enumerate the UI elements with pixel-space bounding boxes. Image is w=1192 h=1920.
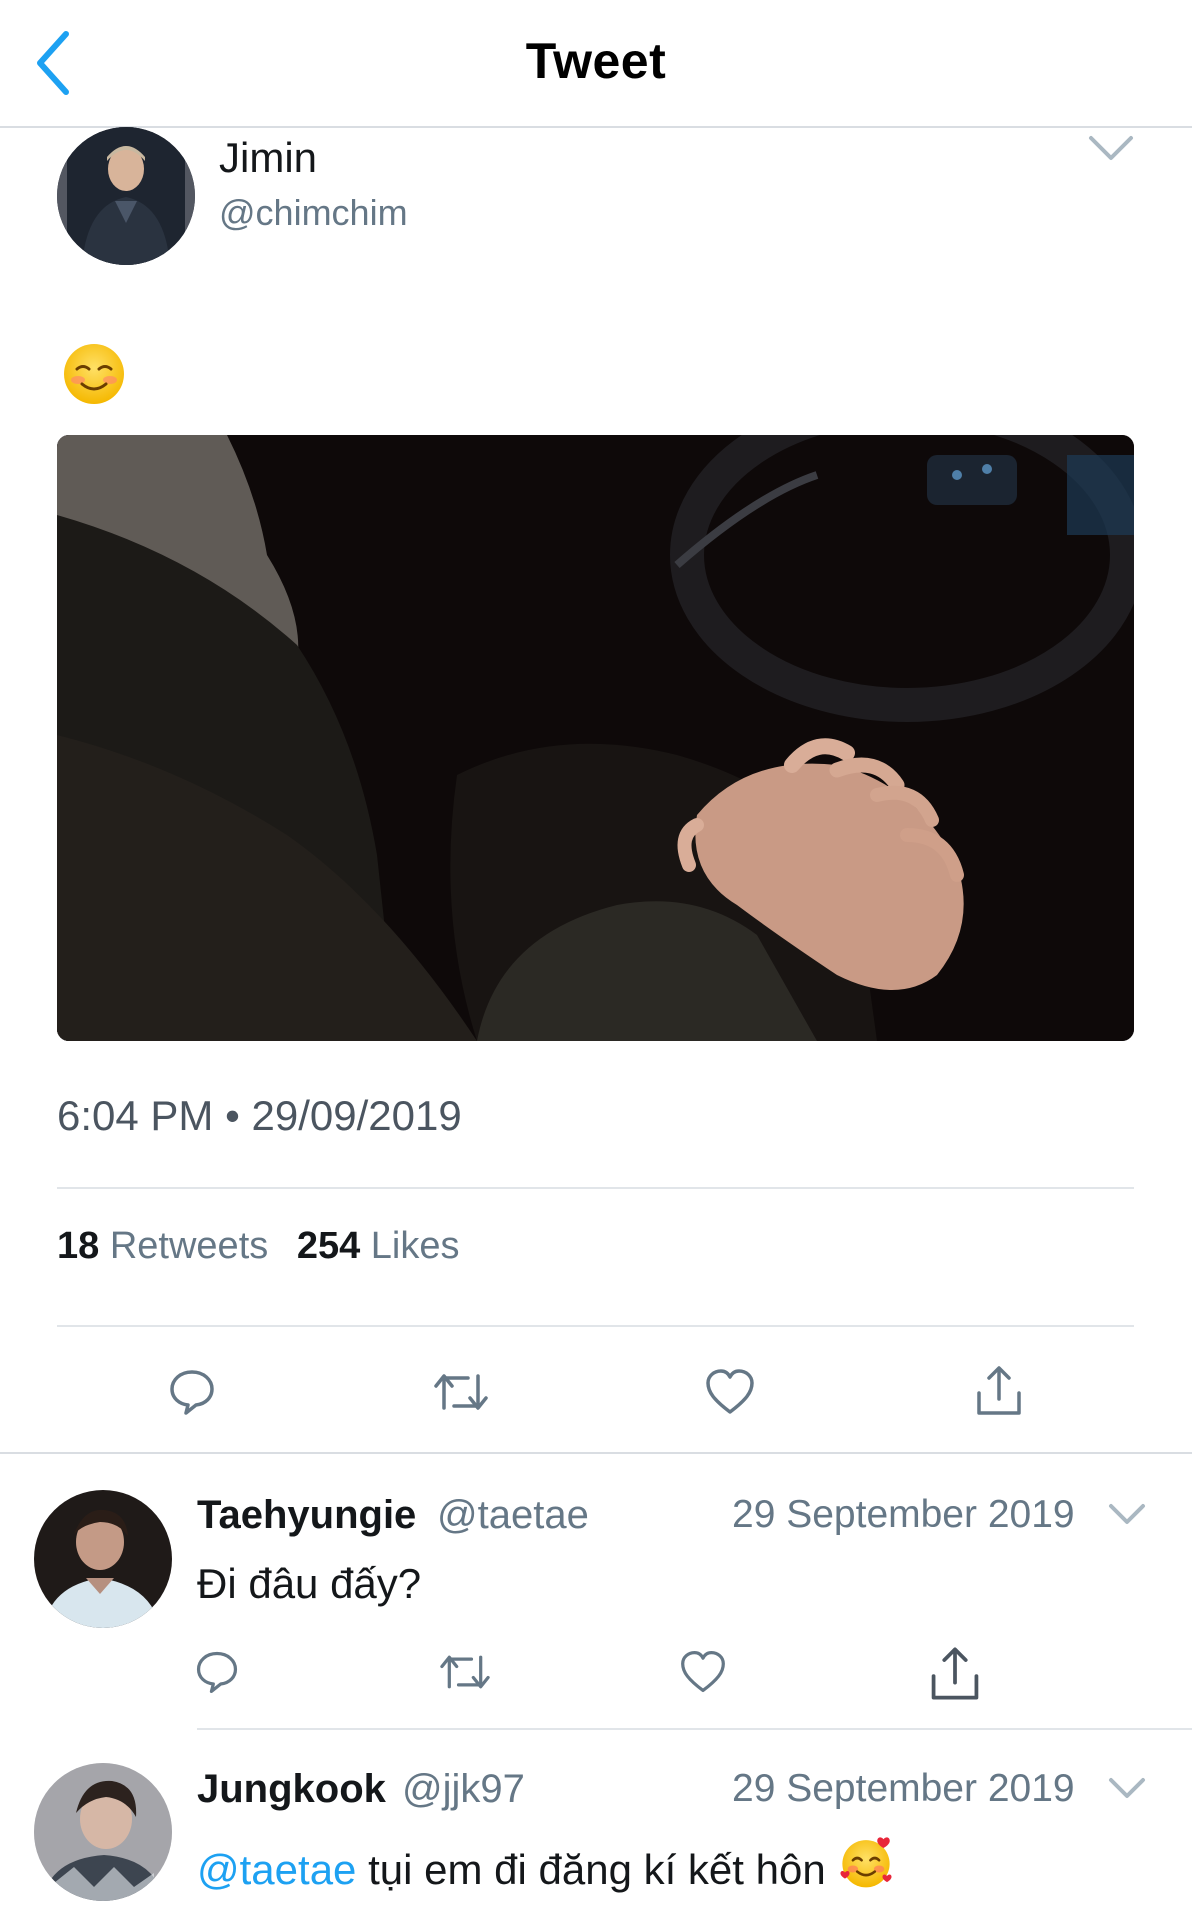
reply-text: Đi đâu đấy? [197, 1560, 422, 1607]
section-divider [0, 1452, 1192, 1454]
smiling-face-with-blush-emoji [64, 344, 124, 404]
retweets-count: 18 [57, 1225, 100, 1267]
tweet-date: 29/09/2019 [251, 1092, 462, 1139]
retweets-label: Retweets [109, 1225, 269, 1267]
mention-link[interactable]: @taetae [197, 1846, 356, 1893]
like-button[interactable] [704, 1366, 756, 1418]
likes-count: 254 [296, 1225, 361, 1267]
reply-date: 29 September 2019 [732, 1493, 1075, 1536]
tweet-timestamp: 6:04 PM • 29/09/2019 [57, 1092, 462, 1140]
chevron-down-icon [1109, 1778, 1145, 1798]
divider [197, 1728, 1192, 1730]
reply-reply-button[interactable] [193, 1648, 241, 1696]
smiling-face-with-hearts-emoji [840, 1837, 892, 1888]
tweet-photo[interactable] [57, 435, 1134, 1041]
divider [57, 1187, 1134, 1189]
reply-author-name[interactable]: Taehyungie [197, 1493, 416, 1538]
reply-author-handle[interactable]: @jjk97 [402, 1767, 525, 1812]
retweets-stat[interactable]: 18 Retweets [57, 1225, 279, 1267]
author-avatar[interactable] [57, 127, 195, 265]
reply-text-body: tụi em đi đăng kí kết hôn [356, 1846, 826, 1893]
chevron-down-icon [1089, 136, 1133, 160]
reply-avatar[interactable] [34, 1490, 172, 1628]
likes-label: Likes [370, 1225, 460, 1267]
reply-author-handle[interactable]: @taetae [437, 1493, 589, 1538]
reply-text: @taetae tụi em đi đăng kí kết hôn [197, 1834, 894, 1894]
tweet-stats: 18 Retweets 254 Likes [57, 1225, 478, 1268]
share-button[interactable] [973, 1363, 1025, 1419]
reply-icon [196, 1651, 238, 1693]
more-options-button[interactable] [1088, 134, 1134, 164]
reply-author-name[interactable]: Jungkook [197, 1767, 386, 1812]
author-name[interactable]: Jimin [219, 134, 317, 182]
author-handle[interactable]: @chimchim [219, 192, 408, 234]
tweet-time: 6:04 PM [57, 1092, 214, 1139]
reply-date: 29 September 2019 [732, 1767, 1075, 1810]
heart-icon [681, 1651, 725, 1693]
reply-more-options-button[interactable] [1108, 1776, 1146, 1802]
reply-more-options-button[interactable] [1108, 1502, 1146, 1528]
chevron-down-icon [1109, 1504, 1145, 1524]
page-title: Tweet [525, 33, 667, 89]
reply-icon [170, 1370, 214, 1415]
share-icon [931, 1647, 979, 1700]
retweet-icon [434, 1374, 488, 1410]
timestamp-separator: • [225, 1092, 240, 1139]
share-icon [977, 1366, 1021, 1415]
heart-icon [706, 1369, 754, 1414]
likes-stat[interactable]: 254 Likes [297, 1225, 460, 1267]
reply-button[interactable] [166, 1366, 218, 1418]
retweet-icon [440, 1655, 490, 1689]
reply-retweet-button[interactable] [438, 1648, 492, 1696]
reply-avatar[interactable] [34, 1763, 172, 1901]
top-bar: Tweet [0, 0, 1192, 128]
divider [57, 1325, 1134, 1327]
reply-share-button[interactable] [926, 1644, 984, 1704]
reply-like-button[interactable] [679, 1648, 727, 1696]
retweet-button[interactable] [432, 1366, 490, 1418]
